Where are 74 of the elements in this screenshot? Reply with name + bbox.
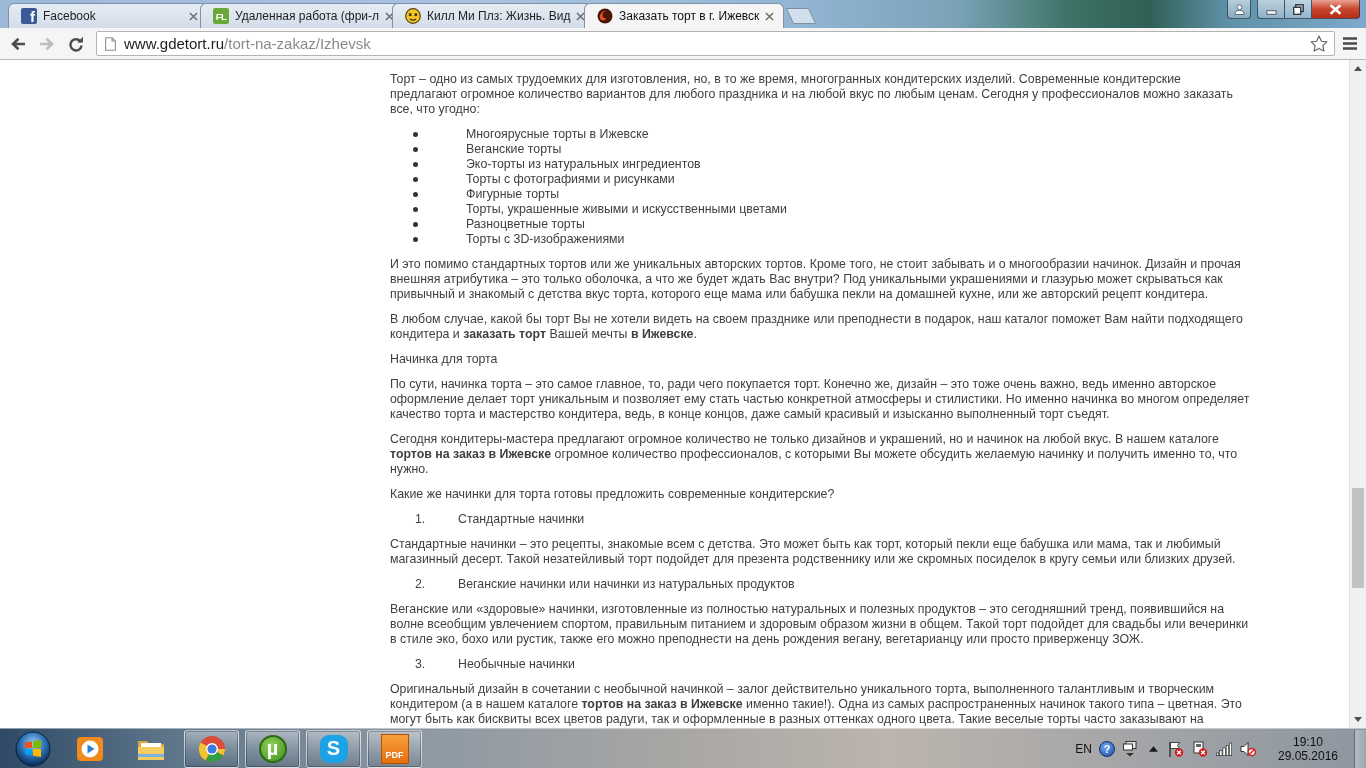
bookmark-star-icon[interactable]: [1310, 34, 1328, 53]
minimize-button[interactable]: [1257, 0, 1285, 19]
close-window-button[interactable]: [1312, 0, 1360, 19]
restore-icon: [1292, 3, 1304, 15]
arrow-left-icon: [9, 35, 26, 52]
list-number: 2.: [415, 577, 427, 592]
list-item: Торты с 3D-изображениями: [466, 232, 625, 247]
bullet-icon: [413, 192, 418, 197]
list-item: Необычные начинки: [458, 657, 575, 672]
circle-logo-icon: [597, 8, 613, 24]
mu-circle-icon: µ: [258, 734, 287, 763]
list-item: Фигурные торты: [466, 187, 560, 202]
menu-icon: [1343, 37, 1357, 50]
speaker-muted-icon[interactable]: [1240, 740, 1256, 757]
page-icon: [105, 36, 116, 51]
list-item: Многоярусные торты в Ижевске: [466, 127, 649, 142]
bullet-icon: [413, 132, 418, 137]
close-icon: [1329, 3, 1342, 15]
start-orb-icon: [15, 730, 51, 767]
profile-button[interactable]: [1227, 0, 1251, 19]
paragraph: Торт – одно из самых трудоемких для изготовления, но, в то же время, многогранных кондитерских изделий. Современные кондитерские предлагают огромное количество вариантов для любого праздника и на любой вкус по любым ценам. Сегодня у профессионалов можно заказать все, что угодно:: [390, 72, 1234, 117]
paragraph: Стандартные начинки – это рецепты, знакомые всем с детства. Это может быть как торт, который пекли еще бабушка или мама, так и любимый магазинный десерт. Такой незатейливый торт подойдет для презента родственнику или же скромных посиделок в кругу семьи или близких друзей.: [390, 537, 1237, 567]
list-item: Разноцветные торты: [466, 217, 585, 232]
signal-bars-icon[interactable]: [1216, 740, 1232, 757]
caret-up-icon[interactable]: [1149, 745, 1158, 752]
bullet-icon: [413, 237, 418, 242]
list-item: Торты, украшенные живыми и искусственными цветами: [466, 202, 787, 217]
clock-date[interactable]: 29.05.2016: [1277, 748, 1339, 763]
list-item: Эко-торты из натуральных ингредиентов: [466, 157, 701, 172]
list-item: Торты с фотографиями и рисунками: [466, 172, 675, 187]
favicon-icon: FL: [213, 8, 229, 24]
bullet-icon: [413, 222, 418, 227]
pdf-icon: PDF: [380, 733, 409, 764]
window-stack-icon[interactable]: [1122, 740, 1138, 757]
address-field[interactable]: www.gdetort.ru/tort-na-zakaz/Izhevsk: [96, 31, 1335, 56]
paragraph: Сегодня кондитеры-мастера предлагают огромное количество не только дизайнов и украшений, но и начинок на любой вкус. В нашем каталоге тортов на заказ в Ижевске огромное количество профессионалов, с которыми Вы можете обсудить желаемую начинку и получить именно то, что нужно.: [390, 432, 1239, 477]
scrollbar[interactable]: [1349, 60, 1366, 728]
paragraph: В любом случае, какой бы торт Вы не хотели видеть на своем празднике или преподнести в подарок, наш каталог поможет Вам найти подходящего кондитера и заказать торт Вашей мечты в Ижевске.: [390, 312, 1244, 342]
paragraph: Веганские или «здоровые» начинки, изготовленные из полностью натуральных и полезных продуктов – это сегодняшний тренд, появившийся на волне всеобщим увлечением спортом, правильным питанием и здоровым образом жизни в общем. Такой торт подойдет для свадьбы или вечеринки в стиле эко, бохо или рустик, также его можно преподнести на день рождения вегану, вегетарианцу или просто приверженцу ЗОЖ.: [390, 602, 1250, 647]
bullet-icon: [413, 207, 418, 212]
bullet-icon: [413, 162, 418, 167]
minimize-icon: [1265, 9, 1277, 15]
restore-button[interactable]: [1285, 0, 1312, 19]
paragraph: По сути, начинка торта – это самое главное, то, ради чего покупается торт. Конечно же, дизайн – это тоже очень важно, ведь именно авторское оформление делает торт уникальным и позволяет ему стать частью конкретной атмосферы и стилистики. Но именно начинка во многом определяет качество торта и мастерство кондитера, ведь, в конце концов, даже самый красивый и изысканно выполненный торт съедят.: [390, 377, 1250, 422]
paragraph: Оригинальный дизайн в сочетании с необычной начинкой – залог действительно уникального торта, выполненного талантливым и творческим кондитером (а в нашем каталоге тортов на заказ в Ижевске именно такие!). Одна из самых распространенных начинок такого типа – цветная. Это могут быть как бисквиты всех цветов радуги, так и оформленные в разных оттенках одного цвета. Такие веселые торты часто заказывают на: [390, 682, 1243, 727]
paragraph: И это помимо стандартных тортов или же уникальных авторских тортов. Кроме того, не стоит забывать и о многообразии начинок. Дизайн и прочая внешняя атрибутика – это только оболочка, а что же будет ждать Вас внутри? Под уникальными украшениями и глазурью может скрываться как привычный и знакомый с детства вкус торта, которого еще мама или бабушка пекли на домашней кухне, или же авторский рецепт кондитера.: [390, 257, 1242, 302]
paragraph: Начинка для торта: [390, 352, 499, 367]
device-error-icon[interactable]: [1192, 740, 1208, 757]
smiley-icon: [405, 8, 421, 24]
caret-down-icon: [1354, 717, 1362, 722]
language-indicator[interactable]: EN: [1075, 741, 1092, 756]
list-number: 1.: [415, 512, 427, 527]
person-icon: [1233, 3, 1245, 15]
browser-icon: [196, 733, 227, 764]
list-item: Веганские торты: [466, 142, 562, 157]
paragraph: Какие же начинки для торта готовы предложить современные кондитерские?: [390, 487, 836, 502]
bullet-icon: [413, 147, 418, 152]
close-icon[interactable]: [765, 11, 775, 21]
flag-error-icon[interactable]: [1168, 740, 1184, 757]
close-icon[interactable]: [576, 11, 586, 21]
arrow-right-icon: [38, 35, 55, 52]
browser-tab[interactable]: Заказать торт в г. Ижевск: [584, 3, 784, 28]
list-item: Веганские начинки или начинки из натуральных продуктов: [458, 577, 795, 592]
list-number: 3.: [415, 657, 427, 672]
close-icon[interactable]: [189, 11, 198, 21]
reload-icon: [67, 35, 84, 52]
scroll-thumb[interactable]: [1352, 488, 1364, 588]
close-icon[interactable]: [385, 11, 395, 21]
bullet-icon: [413, 177, 418, 182]
caret-up-icon: [1354, 66, 1362, 71]
clock-time[interactable]: 19:10: [1293, 734, 1323, 749]
list-item: Стандартные начинки: [458, 512, 585, 527]
taskbar-button[interactable]: [184, 729, 239, 768]
favicon-icon: f: [21, 8, 37, 24]
